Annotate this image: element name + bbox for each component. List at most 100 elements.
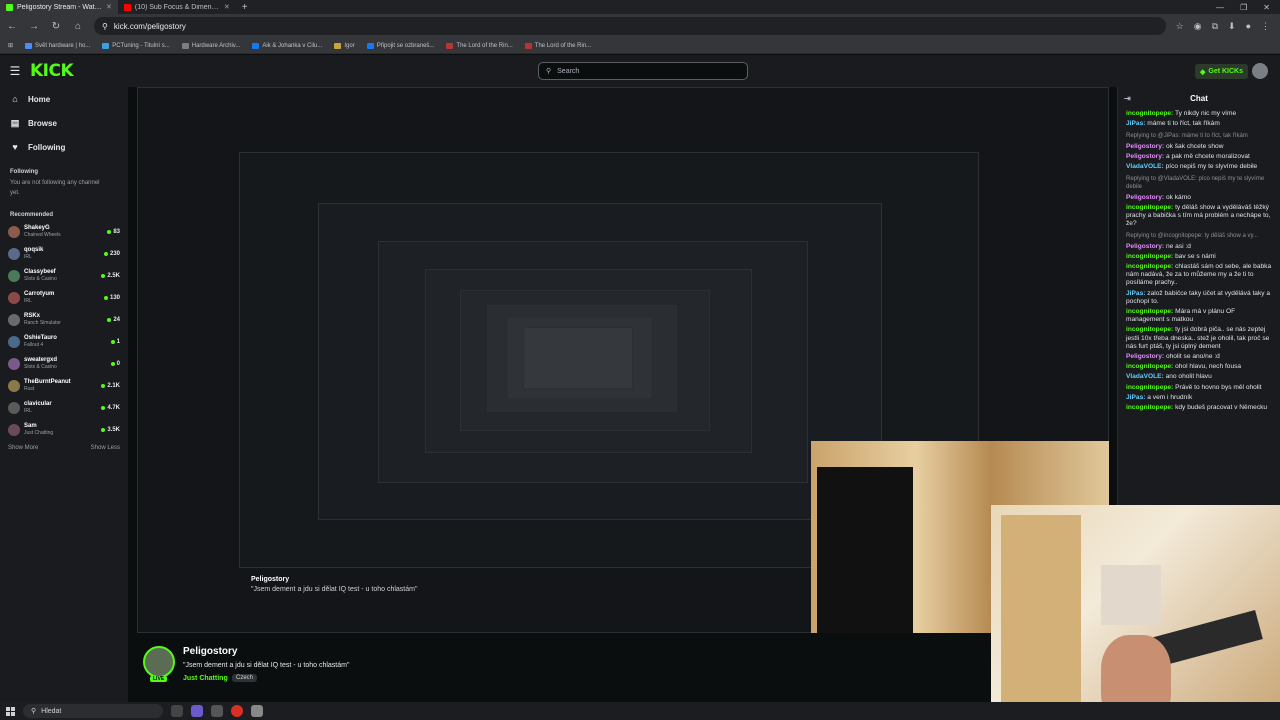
chat-username[interactable]: JiPas: [1126,120,1145,127]
kick-logo[interactable]: KICK [30,61,74,81]
chat-text: kdy budeš pracovat v Německu [1173,404,1268,412]
chat-text: a vem i hrudník [1145,393,1193,401]
maximize-icon[interactable]: ❐ [1240,3,1247,12]
nested-stream-info: Peligostory "Jsem dement a jdu si dělat … [251,576,418,593]
bookmark-item[interactable]: PCTuning - Titulní s... [102,42,170,49]
bookmark-item[interactable]: Aik & Johanka v Cilu... [252,42,322,49]
recommended-channel[interactable]: Classybeef Slots & Casino 2.5K [0,265,128,287]
chat-username[interactable]: incognitopepe: [1126,110,1173,117]
apps-grid-icon[interactable]: ⊞ [8,42,13,49]
close-tab-icon[interactable]: ✕ [224,3,230,11]
channel-category: IRL [24,254,32,260]
chat-username[interactable]: JiPas: [1126,394,1145,401]
taskbar-app-icon[interactable] [211,705,223,717]
video-player[interactable]: Peligostory "Jsem dement a jdu si dělat … [137,87,1109,633]
chat-username[interactable]: incognitopepe: [1126,384,1173,391]
show-less-button[interactable]: Show Less [91,445,120,451]
sidebar-item-home[interactable]: ⌂ Home [0,87,128,111]
chat-username[interactable]: incognitopepe: [1126,308,1173,315]
recommended-channel[interactable]: TheBurntPeanut Rust 2.1K [0,375,128,397]
chat-username[interactable]: VladaVOLE: [1126,373,1164,380]
recommended-channel[interactable]: Carrotyum IRL 130 [0,287,128,309]
close-window-icon[interactable]: ✕ [1263,3,1270,12]
chat-username[interactable]: Peligostory: [1126,143,1164,150]
recommended-channel[interactable]: sweatergxd Slots & Casino 0 [0,353,128,375]
hamburger-menu-icon[interactable]: ☰ [0,64,30,78]
chat-message: Peligostory: oholit se ano/ne :d [1118,352,1280,362]
back-icon[interactable]: ← [6,21,18,32]
viewer-count: 2.5K [101,273,120,279]
streamer-name[interactable]: Peligostory [183,646,237,657]
chat-username[interactable]: Peligostory: [1126,243,1164,250]
taskbar-app-icon[interactable] [251,705,263,717]
chat-username[interactable]: incognitopepe: [1126,363,1173,370]
channel-category: Fallout 4 [24,342,44,348]
recommended-channel[interactable]: RSKx Ranch Simulator 24 [0,309,128,331]
get-kicks-button[interactable]: ◆ Get KICKs [1195,64,1249,79]
chat-username[interactable]: VladaVOLE: [1126,163,1164,170]
taskbar-app-icon[interactable] [191,705,203,717]
reload-icon[interactable]: ↻ [50,21,62,32]
profile-icon[interactable]: ● [1246,21,1251,32]
chat-username[interactable]: incognitopepe: [1126,404,1173,411]
collapse-chat-icon[interactable]: ⇥ [1124,94,1131,103]
bookmark-item[interactable]: Připojit se ozbraneš... [366,42,434,49]
bookmark-item[interactable]: Svět hardware | ho... [25,42,90,49]
chat-message: Peligostory: ok kámo [1118,193,1280,203]
browser-tab-kick[interactable]: Peligostory Stream - Watch Liv ✕ [0,0,118,14]
channel-name: Sam [24,423,37,429]
menu-kebab-icon[interactable]: ⋮ [1261,21,1270,32]
stream-tag[interactable]: Czech [232,674,258,682]
search-input[interactable]: ⚲ Search [538,62,748,80]
forward-icon[interactable]: → [28,21,40,32]
user-avatar[interactable] [1252,63,1268,79]
windows-start-icon[interactable] [6,706,15,716]
chat-username[interactable]: Peligostory: [1126,153,1164,160]
show-more-button[interactable]: Show More [8,445,38,451]
kick-favicon-icon [6,3,13,11]
chat-username[interactable]: JiPas: [1126,290,1145,297]
minimize-icon[interactable]: — [1216,3,1224,12]
live-dot-icon [103,296,108,300]
recommended-channel[interactable]: Sam Just Chatting 3.5K [0,419,128,441]
site-info-icon[interactable]: ⚲ [102,22,108,31]
sidebar-item-browse[interactable]: ▤ Browse [0,111,128,135]
viewer-count: 83 [107,229,120,235]
recommended-channel[interactable]: clavicular IRL 4.7K [0,397,128,419]
live-dot-icon [110,340,115,344]
bookmark-item[interactable]: The Lord of the Rin... [446,42,513,49]
recommended-channel[interactable]: qoqsik IRL 230 [0,243,128,265]
chat-username[interactable]: incognitopepe: [1126,326,1173,333]
stream-category[interactable]: Just Chatting [183,675,228,682]
bookmark-star-icon[interactable]: ☆ [1176,21,1184,32]
extension-icon[interactable]: ◉ [1194,21,1202,32]
chat-username[interactable]: Peligostory: [1126,194,1164,201]
taskbar-app-icon[interactable] [171,705,183,717]
chat-username[interactable]: incognitopepe: [1126,204,1173,211]
chat-username[interactable]: incognitopepe: [1126,263,1173,270]
channel-name: Carrotyum [24,291,55,297]
channel-category: Just Chatting [24,430,54,436]
extensions-puzzle-icon[interactable]: ⧉ [1212,21,1218,32]
chat-text: píco nepiš my te slyvíme debile [1163,163,1258,171]
taskbar-search[interactable]: ⚲ Hledat [23,704,163,718]
viewer-count: 3.5K [101,427,120,433]
bookmark-item[interactable]: Hardware Archiv... [181,42,240,49]
bookmark-item[interactable]: The Lord of the Rin... [524,42,591,49]
close-tab-icon[interactable]: ✕ [106,3,112,11]
live-dot-icon [101,428,106,432]
bookmark-item[interactable]: Igor [334,42,355,49]
chat-text: ne asi :d [1164,242,1191,250]
chat-username[interactable]: Peligostory: [1126,353,1164,360]
chrome-icon[interactable] [231,705,243,717]
downloads-icon[interactable]: ⬇ [1228,21,1236,32]
browser-tab-youtube[interactable]: (10) Sub Focus & Dimensio ✕ [118,0,236,14]
chat-username[interactable]: incognitopepe: [1126,253,1173,260]
streamer-avatar[interactable] [143,646,175,678]
recommended-channel[interactable]: ShakeyG Chained Wheels 83 [0,221,128,243]
recommended-channel[interactable]: OshieTauro Fallout 4 1 [0,331,128,353]
sidebar-item-following[interactable]: ♥ Following [0,135,128,159]
new-tab-button[interactable]: + [236,2,254,13]
home-browser-icon[interactable]: ⌂ [72,21,84,32]
url-field[interactable]: ⚲ kick.com/peligostory [94,17,1166,35]
